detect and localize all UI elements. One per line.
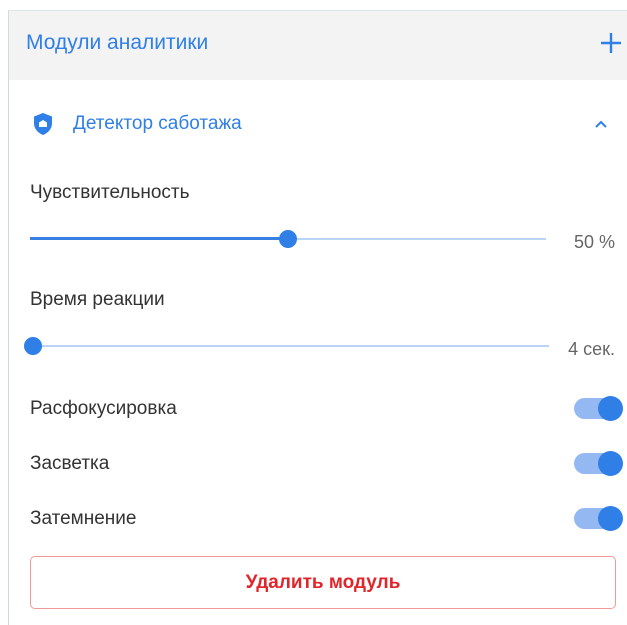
- toggle-flare[interactable]: [574, 450, 623, 476]
- sensitivity-slider[interactable]: [30, 229, 546, 249]
- sensitivity-value: 50 %: [573, 232, 615, 252]
- toggle-flare-knob: [598, 451, 623, 476]
- sensitivity-slider-fill: [30, 237, 288, 240]
- toggle-darkening-knob: [598, 506, 623, 531]
- delete-module-button[interactable]: Удалить модуль: [30, 556, 616, 609]
- reaction-time-slider-track: [33, 345, 549, 347]
- toggle-defocus-label: Расфокусировка: [30, 398, 177, 419]
- chevron-up-icon[interactable]: [594, 118, 608, 130]
- reaction-time-label: Время реакции: [30, 289, 165, 310]
- toggle-defocus-knob: [598, 396, 623, 421]
- analytics-modules-panel: Модули аналитики Детектор саботажа Чувст…: [8, 10, 627, 625]
- sensitivity-slider-thumb[interactable]: [279, 230, 297, 248]
- panel-header: Модули аналитики: [9, 11, 627, 80]
- add-module-button[interactable]: [597, 29, 625, 57]
- reaction-time-slider[interactable]: [24, 336, 549, 356]
- reaction-time-value: 4 сек.: [568, 339, 615, 359]
- shield-icon: [34, 113, 52, 135]
- plus-icon: [601, 33, 621, 53]
- reaction-time-slider-thumb[interactable]: [24, 337, 42, 355]
- module-title: Детектор саботажа: [73, 113, 242, 134]
- toggle-darkening[interactable]: [574, 505, 623, 531]
- toggle-defocus[interactable]: [574, 395, 623, 421]
- sensitivity-label: Чувствительность: [30, 182, 190, 203]
- panel-title: Модули аналитики: [26, 31, 209, 54]
- module-header-sabotage-detector[interactable]: Детектор саботажа: [9, 101, 627, 147]
- toggle-darkening-label: Затемнение: [30, 508, 137, 529]
- toggle-flare-label: Засветка: [30, 453, 110, 474]
